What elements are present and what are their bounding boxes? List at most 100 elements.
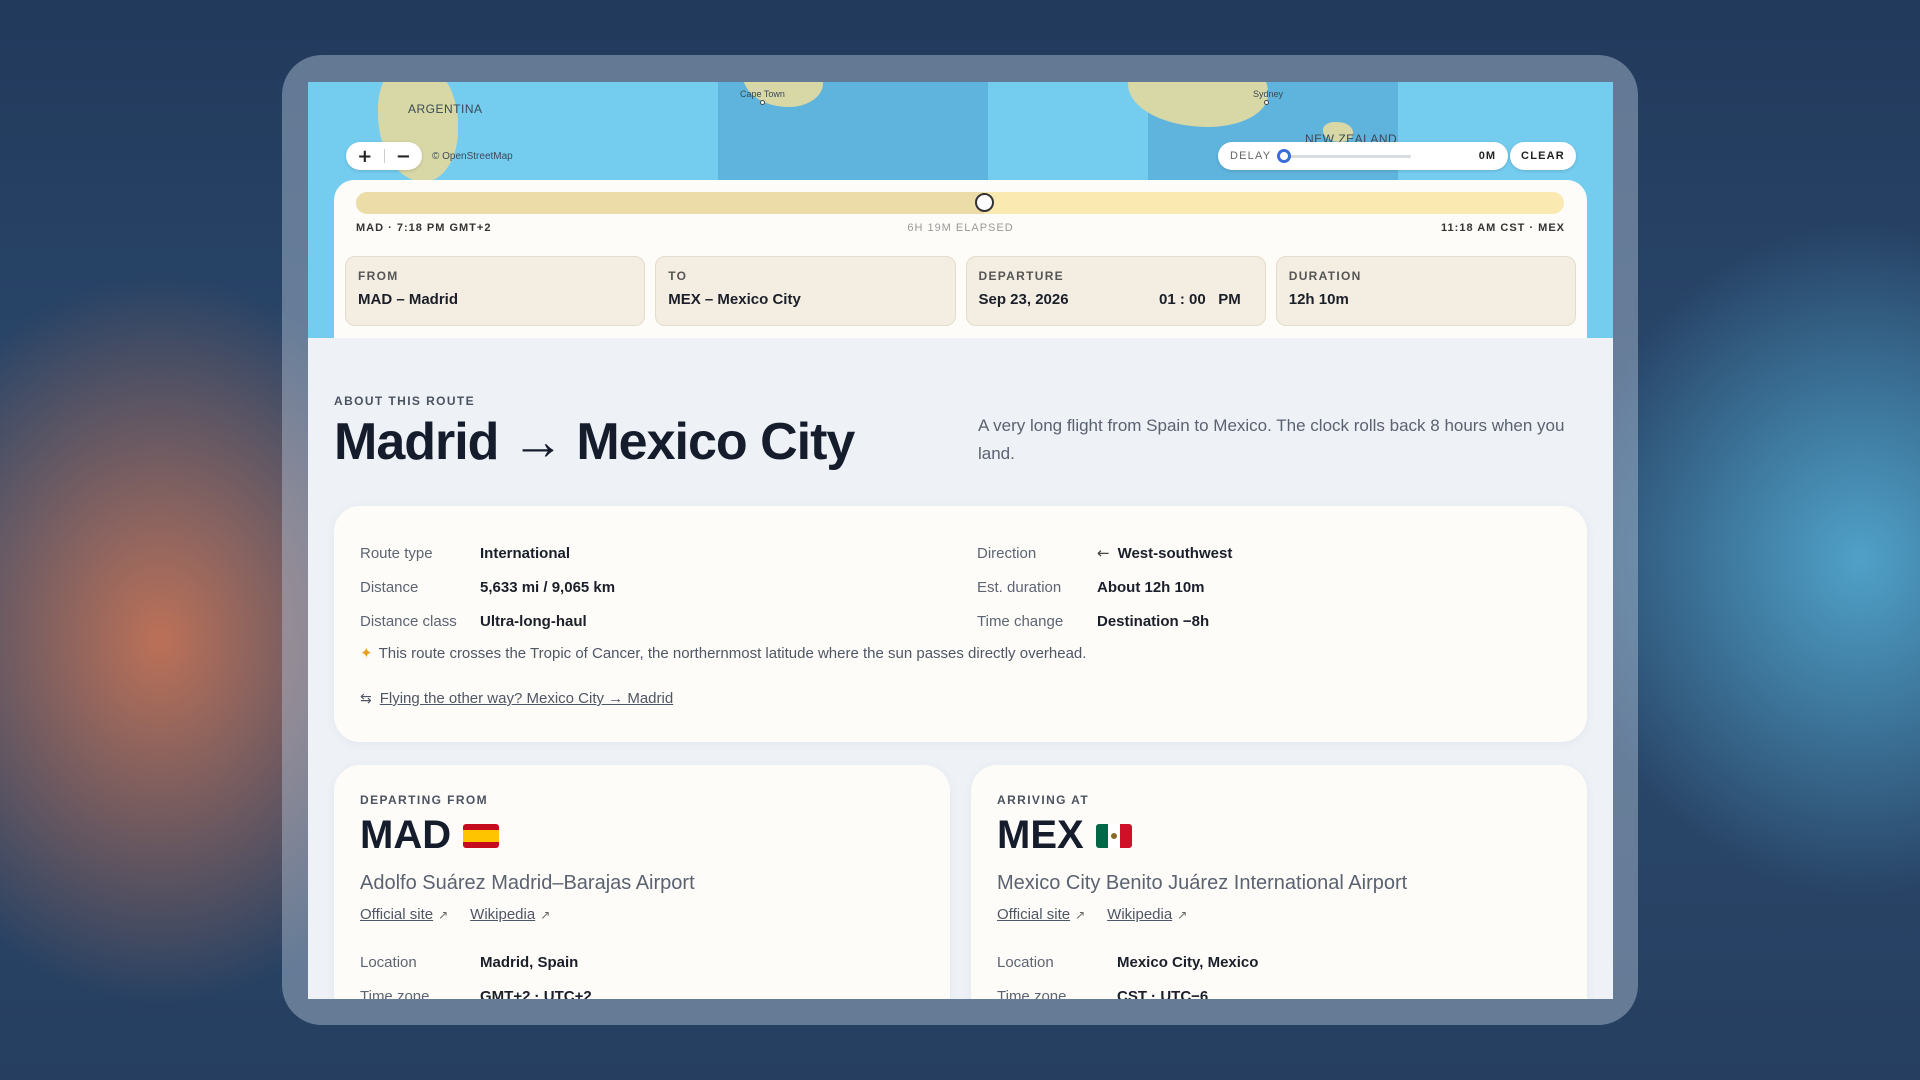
to-field[interactable]: TO MEX – Mexico City — [655, 256, 956, 326]
mexico-flag-icon — [1095, 823, 1132, 848]
fact-value: 5,633 mi / 9,065 km — [480, 578, 616, 596]
route-facts-card: Route type International Distance 5,633 mi… — [334, 506, 1587, 742]
arriving-eyebrow: ARRIVING AT — [997, 793, 1090, 807]
map-attribution[interactable]: © OpenStreetMap — [432, 151, 513, 162]
elapsed-time: 6H 19M ELAPSED — [907, 222, 1014, 234]
departing-links: Official site ↗ Wikipedia ↗ — [360, 906, 550, 923]
departing-code: MAD — [360, 813, 452, 857]
fact-value: International — [480, 544, 571, 562]
external-link-icon: ↗ — [1177, 908, 1188, 922]
arriving-facts: Location Mexico City, Mexico Time zone CST… — [997, 945, 1259, 1000]
departing-eyebrow: DEPARTING FROM — [360, 793, 489, 807]
zoom-control: + − — [346, 142, 422, 170]
fact-value: Madrid, Spain — [480, 953, 579, 971]
route-title: Madrid → Mexico City — [334, 413, 855, 471]
delay-slider-handle[interactable] — [1277, 148, 1292, 163]
map-label-sydney: Sydney — [1253, 89, 1284, 99]
external-link-icon: ↗ — [540, 908, 551, 922]
arriving-official-site-link[interactable]: Official site — [997, 906, 1070, 923]
departing-airport-card: DEPARTING FROM MAD Adolfo Suárez Madrid–… — [334, 765, 950, 999]
map-label-argentina: ARGENTINA — [408, 102, 483, 116]
zoom-in-button[interactable]: + — [346, 146, 384, 167]
departing-location: Location Madrid, Spain — [360, 945, 592, 979]
duration-field[interactable]: DURATION 12h 10m — [1275, 256, 1576, 326]
cape-town-marker — [760, 100, 765, 105]
arriving-airport-name: Mexico City Benito Juárez International … — [997, 872, 1408, 894]
departing-code-row: MAD — [360, 813, 500, 858]
fact-value: CST · UTC−6 — [1117, 987, 1209, 1000]
fact-direction: Direction ← West-southwest — [977, 536, 1232, 570]
reverse-route: ⇆ Flying the other way? Mexico City → Ma… — [360, 690, 673, 707]
flight-progress-bar[interactable] — [356, 192, 1564, 214]
fact-key: Est. duration — [977, 578, 1062, 596]
departing-time-zone: Time zone GMT+2 · UTC+2 — [360, 979, 592, 1000]
fact-route-type: Route type International — [360, 536, 615, 570]
fact-distance: Distance 5,633 mi / 9,065 km — [360, 570, 615, 604]
arrow-left-icon: ← — [1097, 544, 1110, 562]
fact-value: GMT+2 · UTC+2 — [480, 987, 592, 1000]
external-link-icon: ↗ — [1075, 908, 1086, 922]
delay-label: DELAY — [1230, 150, 1272, 162]
reverse-route-link[interactable]: Flying the other way? Mexico City → Madr… — [380, 690, 673, 707]
flight-fields: FROM MAD – Madrid TO MEX – Mexico City D… — [345, 256, 1576, 326]
arriving-code-row: MEX — [997, 813, 1132, 858]
arriving-code: MEX — [997, 813, 1084, 857]
route-map[interactable]: ARGENTINA NEW ZEALAND Cape Town Sydney +… — [308, 82, 1613, 338]
sparkle-icon: ✦ — [360, 644, 373, 662]
delay-value: 0M — [1478, 150, 1496, 162]
zoom-out-button[interactable]: − — [385, 146, 423, 167]
from-label: FROM — [358, 269, 399, 283]
spain-flag-icon — [463, 823, 500, 848]
departure-date-input[interactable]: Sep 23, 2026 — [979, 291, 1069, 308]
arriving-wikipedia-link[interactable]: Wikipedia — [1107, 906, 1172, 923]
external-link-icon: ↗ — [438, 908, 449, 922]
route-note-text: This route crosses the Tropic of Cancer,… — [378, 644, 1087, 662]
duration-label: DURATION — [1288, 269, 1362, 283]
departure-time-input[interactable]: 01 : 00 PM — [1159, 291, 1241, 308]
swap-icon: ⇆ — [360, 690, 372, 707]
about-eyebrow: ABOUT THIS ROUTE — [334, 394, 476, 408]
fact-value: About 12h 10m — [1097, 578, 1205, 596]
fact-value: West-southwest — [1117, 544, 1233, 562]
departure-label: DEPARTURE — [978, 269, 1064, 283]
fact-key: Time zone — [997, 987, 1067, 1000]
fact-key: Route type — [360, 544, 433, 562]
departing-wikipedia-link[interactable]: Wikipedia — [470, 906, 535, 923]
fact-key: Time change — [977, 612, 1064, 630]
arrival-local-time: 11:18 AM CST · MEX — [1441, 222, 1565, 234]
fact-key: Location — [997, 953, 1054, 971]
flight-panel: MAD · 7:18 PM GMT+2 6H 19M ELAPSED 11:18… — [334, 180, 1587, 338]
route-description: A very long flight from Spain to Mexico.… — [978, 416, 1565, 463]
to-label: TO — [668, 269, 688, 283]
route-facts-right: Direction ← West-southwest Est. duration Ab… — [977, 536, 1232, 638]
from-field[interactable]: FROM MAD – Madrid — [345, 256, 646, 326]
fact-time-change: Time change Destination −8h — [977, 604, 1232, 638]
fact-value: Ultra-long-haul — [480, 612, 587, 630]
fact-key: Time zone — [360, 987, 430, 1000]
delay-slider[interactable] — [1277, 148, 1412, 163]
duration-value[interactable]: 12h 10m — [1289, 291, 1349, 308]
clear-button[interactable]: CLEAR — [1510, 142, 1576, 170]
map-label-cape-town: Cape Town — [740, 89, 785, 99]
departing-official-site-link[interactable]: Official site — [360, 906, 433, 923]
fact-key: Distance class — [360, 612, 457, 630]
fact-key: Distance — [360, 578, 419, 596]
app-screen: ARGENTINA NEW ZEALAND Cape Town Sydney +… — [308, 82, 1613, 999]
arriving-links: Official site ↗ Wikipedia ↗ — [997, 906, 1187, 923]
departing-airport-name: Adolfo Suárez Madrid–Barajas Airport — [360, 872, 695, 894]
departure-field[interactable]: DEPARTURE Sep 23, 2026 01 : 00 PM — [965, 256, 1266, 326]
route-facts-left: Route type International Distance 5,633 mi… — [360, 536, 615, 638]
arriving-time-zone: Time zone CST · UTC−6 — [997, 979, 1258, 1000]
fact-distance-class: Distance class Ultra-long-haul — [360, 604, 615, 638]
fact-value: Mexico City, Mexico — [1117, 953, 1259, 971]
fact-key: Location — [360, 953, 417, 971]
arriving-airport-card: ARRIVING AT MEX Mexico City Benito Juáre… — [971, 765, 1587, 999]
to-value[interactable]: MEX – Mexico City — [668, 291, 801, 308]
flight-progress-fill — [356, 192, 985, 214]
from-value[interactable]: MAD – Madrid — [358, 291, 458, 308]
fact-key: Direction — [977, 544, 1037, 562]
delay-control: DELAY 0M — [1218, 142, 1508, 170]
fact-value: Destination −8h — [1097, 612, 1210, 630]
departing-facts: Location Madrid, Spain Time zone GMT+2 · U… — [360, 945, 592, 1000]
sydney-marker — [1264, 100, 1269, 105]
